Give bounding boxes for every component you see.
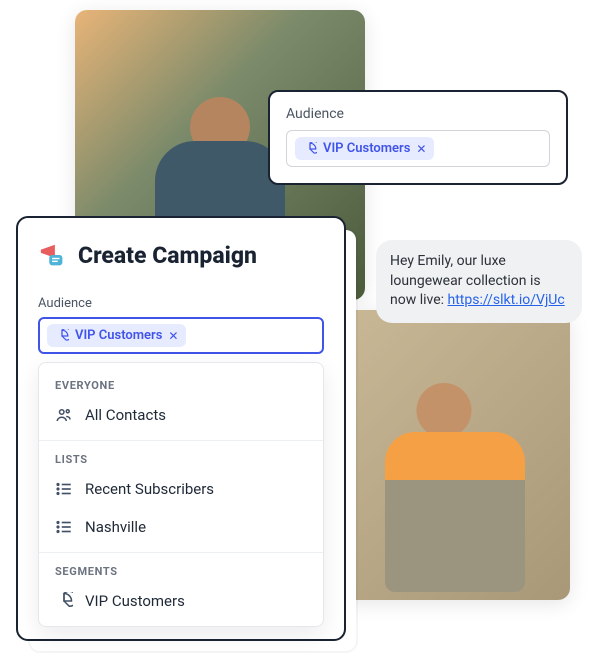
- chat-bubble: Hey Emily, our luxe loungewear collectio…: [376, 240, 582, 323]
- dropdown-section-everyone: EVERYONE: [39, 367, 323, 398]
- audience-dropdown: EVERYONE All Contacts LISTS Recent Subsc…: [38, 362, 324, 627]
- panel-chip-vip[interactable]: VIP Customers ✕: [47, 324, 186, 347]
- dropdown-item-recent-subscribers[interactable]: Recent Subscribers: [39, 472, 323, 510]
- chip-label: VIP Customers: [75, 328, 162, 343]
- panel-audience-input[interactable]: VIP Customers ✕: [38, 317, 324, 354]
- chip-remove-icon[interactable]: ✕: [168, 329, 178, 343]
- chip-remove-icon[interactable]: ✕: [416, 142, 426, 156]
- dropdown-item-label: VIP Customers: [85, 592, 185, 610]
- dropdown-item-vip-customers[interactable]: VIP Customers: [39, 584, 323, 622]
- audience-card: Audience VIP Customers ✕: [268, 90, 568, 185]
- field-label-audience: Audience: [38, 296, 324, 311]
- pie-chart-icon: [55, 329, 69, 343]
- pie-chart-icon: [303, 142, 317, 156]
- photo-woman-phone: [340, 310, 570, 600]
- panel-header: Create Campaign: [38, 240, 324, 270]
- chat-link[interactable]: https://slkt.io/VjUc: [448, 292, 565, 308]
- dropdown-section-segments: SEGMENTS: [39, 553, 323, 584]
- dropdown-section-lists: LISTS: [39, 441, 323, 472]
- dropdown-item-all-contacts[interactable]: All Contacts: [39, 398, 323, 436]
- megaphone-chat-icon: [38, 240, 68, 270]
- audience-input[interactable]: VIP Customers ✕: [286, 130, 550, 167]
- dropdown-item-label: All Contacts: [85, 406, 166, 424]
- dropdown-item-label: Recent Subscribers: [85, 480, 214, 498]
- contacts-icon: [55, 406, 73, 424]
- list-icon: [55, 518, 73, 536]
- pie-chart-icon: [55, 592, 73, 610]
- chip-label: VIP Customers: [323, 141, 410, 156]
- create-campaign-panel: Create Campaign Audience VIP Customers ✕…: [16, 216, 346, 641]
- audience-label: Audience: [286, 106, 550, 122]
- dropdown-item-label: Nashville: [85, 518, 146, 536]
- audience-chip-vip[interactable]: VIP Customers ✕: [295, 137, 434, 160]
- panel-title: Create Campaign: [78, 242, 257, 269]
- dropdown-item-nashville[interactable]: Nashville: [39, 510, 323, 548]
- list-icon: [55, 480, 73, 498]
